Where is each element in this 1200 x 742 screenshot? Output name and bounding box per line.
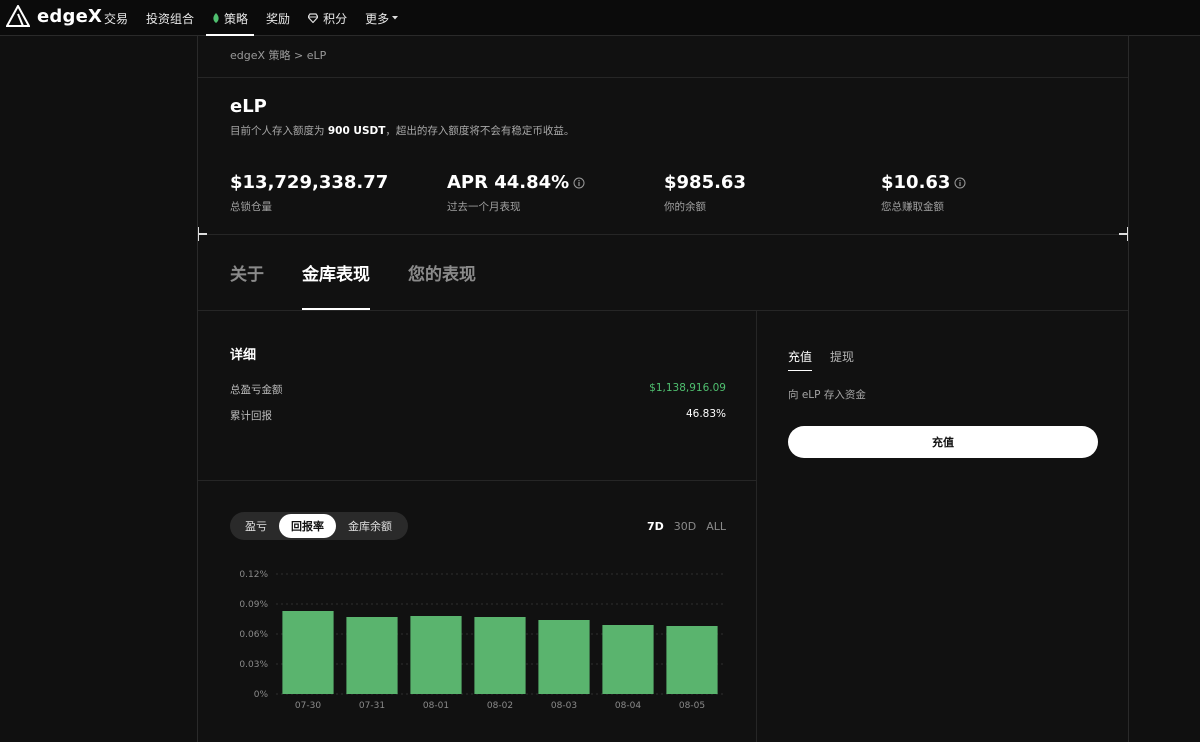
- nav-item-strategy[interactable]: 策略: [206, 0, 255, 36]
- range-all-button[interactable]: ALL: [706, 520, 726, 533]
- range-7d-button[interactable]: 7D: [647, 520, 664, 533]
- details-title: 详细: [230, 348, 257, 363]
- info-icon[interactable]: [954, 177, 966, 189]
- nav-item-label: 积分: [323, 11, 348, 26]
- nav-item-points[interactable]: 积分: [308, 0, 347, 36]
- content-tabs: 关于 金库表现 您的表现: [230, 260, 514, 310]
- subtitle-text: 目前个人存入额度为: [230, 125, 328, 137]
- stat-value: $13,729,338.77: [230, 172, 389, 193]
- stat-balance: $985.63 你的余额: [664, 172, 746, 214]
- stat-apr: APR 44.84% 过去一个月表现: [447, 172, 585, 214]
- metric-vault-balance-button[interactable]: 金库余额: [336, 514, 404, 538]
- stat-value: $10.63: [881, 172, 951, 193]
- x-tick-label: 07-30: [295, 701, 321, 711]
- detail-label: 总盈亏金额: [230, 384, 283, 396]
- stat-value: APR 44.84%: [447, 172, 570, 193]
- deposit-description: 向 eLP 存入资金: [788, 389, 866, 401]
- top-nav: edgeX 交易 投资组合 策略 奖励 积分 更多: [0, 0, 1200, 36]
- chart-bar[interactable]: [346, 617, 398, 694]
- deposit-button[interactable]: 充值: [788, 426, 1098, 458]
- deposit-panel: 充值 提现 向 eLP 存入资金 充值: [757, 310, 1128, 742]
- tab-vault-performance[interactable]: 金库表现: [302, 260, 370, 310]
- page-subtitle: 目前个人存入额度为 900 USDT，超出的存入额度将不会有稳定币收益。: [230, 123, 574, 138]
- y-tick-label: 0.09%: [239, 600, 268, 610]
- divider: [198, 234, 1128, 235]
- stat-tvl: $13,729,338.77 总锁仓量: [230, 172, 388, 214]
- detail-row-pnl: 总盈亏金额 $1,138,916.09: [230, 382, 726, 397]
- section-marker-right: [1118, 227, 1128, 241]
- stat-label: 您总赚取金额: [881, 201, 944, 213]
- nav-item-rewards[interactable]: 奖励: [266, 0, 290, 36]
- info-icon[interactable]: [573, 177, 585, 189]
- page-title: eLP: [230, 96, 267, 117]
- range-selector: 7D 30D ALL: [647, 520, 726, 533]
- chart-bar[interactable]: [410, 616, 462, 694]
- x-tick-label: 08-05: [679, 701, 705, 711]
- y-tick-label: 0%: [254, 690, 269, 700]
- breadcrumb[interactable]: edgeX 策略 > eLP: [230, 47, 326, 63]
- x-tick-label: 08-02: [487, 701, 513, 711]
- nav-item-label: 更多: [365, 11, 390, 26]
- brand-name: edgeX: [37, 5, 103, 27]
- vault-details-panel: 详细 总盈亏金额 $1,138,916.09 累计回报 46.83% 盈亏 回报…: [198, 310, 757, 742]
- x-tick-label: 08-04: [615, 701, 641, 711]
- chart-bar[interactable]: [666, 626, 718, 694]
- detail-label: 累计回报: [230, 410, 272, 422]
- detail-row-return: 累计回报 46.83%: [230, 408, 726, 423]
- section-marker-left: [198, 227, 208, 241]
- divider: [198, 77, 1128, 78]
- diamond-icon: [308, 13, 319, 23]
- nav-item-label: 奖励: [266, 11, 291, 26]
- tab-my-performance[interactable]: 您的表现: [408, 260, 476, 310]
- x-tick-label: 08-03: [551, 701, 577, 711]
- action-tabs: 充值 提现: [788, 348, 854, 371]
- nav-item-more[interactable]: 更多: [365, 0, 399, 36]
- subtitle-text: ，超出的存入额度将不会有稳定币收益。: [385, 125, 575, 137]
- stat-label: 总锁仓量: [230, 201, 272, 213]
- range-30d-button[interactable]: 30D: [674, 520, 696, 533]
- stat-value: $985.63: [664, 172, 746, 193]
- nav-item-label: 投资组合: [146, 11, 195, 26]
- chart-bar[interactable]: [602, 625, 654, 694]
- nav-item-trade[interactable]: 交易: [104, 0, 128, 36]
- deposit-limit: 900 USDT: [327, 125, 386, 137]
- edgex-logo-icon: [6, 5, 30, 27]
- metric-return-button[interactable]: 回报率: [279, 514, 336, 538]
- tab-withdraw[interactable]: 提现: [830, 348, 854, 371]
- nav-item-label: 策略: [224, 11, 249, 26]
- y-tick-label: 0.06%: [239, 630, 268, 640]
- chart-bar[interactable]: [538, 620, 590, 694]
- metric-pnl-button[interactable]: 盈亏: [233, 514, 279, 538]
- y-tick-label: 0.12%: [239, 570, 268, 580]
- chevron-down-icon: [392, 16, 399, 20]
- chart-bar[interactable]: [282, 611, 334, 694]
- nav-menu: 交易 投资组合 策略 奖励 积分 更多: [104, 0, 417, 36]
- x-tick-label: 08-01: [423, 701, 449, 711]
- stat-earned: $10.63 您总赚取金额: [881, 172, 966, 214]
- detail-value: 46.83%: [685, 408, 726, 420]
- main-content: edgeX 策略 > eLP eLP 目前个人存入额度为 900 USDT，超出…: [197, 36, 1129, 742]
- stat-label: 你的余额: [664, 201, 706, 213]
- y-tick-label: 0.03%: [239, 660, 268, 670]
- detail-value: $1,138,916.09: [649, 382, 726, 394]
- leaf-icon: [213, 13, 219, 23]
- tab-deposit[interactable]: 充值: [788, 348, 813, 371]
- tab-about[interactable]: 关于: [230, 260, 264, 310]
- nav-item-portfolio[interactable]: 投资组合: [146, 0, 194, 36]
- nav-item-label: 交易: [104, 11, 129, 26]
- chart-bar[interactable]: [474, 617, 526, 694]
- x-tick-label: 07-31: [359, 701, 385, 711]
- stat-label: 过去一个月表现: [447, 201, 521, 213]
- metric-selector: 盈亏 回报率 金库余额: [230, 512, 408, 540]
- brand-logo[interactable]: edgeX: [6, 3, 102, 29]
- return-bar-chart: 0% 0.03% 0.06% 0.09% 0.12% 07-30 07-31 08-01 08-…: [239, 570, 724, 711]
- divider: [198, 480, 757, 481]
